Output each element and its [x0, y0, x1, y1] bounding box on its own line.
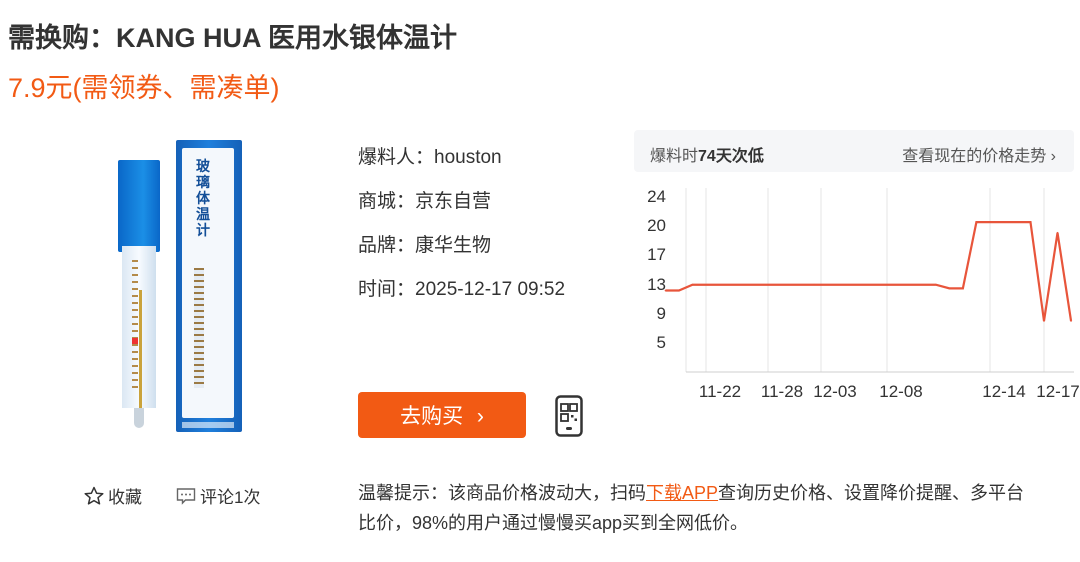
product-title: 需换购：KANG HUA 医用水银体温计	[8, 23, 457, 53]
x-tick-label: 12-08	[879, 382, 922, 401]
x-tick-label: 11-22	[699, 382, 741, 401]
phone-qr-icon[interactable]	[555, 395, 583, 437]
comment-button[interactable]: 评论1次	[176, 483, 260, 508]
comment-label: 评论1次	[200, 488, 261, 507]
brand-info: 品牌：康华生物	[358, 235, 492, 256]
star-outline-icon	[84, 486, 104, 505]
mall-info: 商城：京东自营	[358, 191, 492, 212]
price-series-line	[665, 220, 1073, 322]
price-point	[935, 283, 937, 286]
comment-icon	[176, 487, 196, 505]
time-info: 时间：2025-12-17 09:52	[358, 279, 566, 300]
thermometer-box: 玻璃体温计	[176, 140, 242, 432]
price-point	[975, 221, 978, 223]
product-image[interactable]: 玻璃体温计	[110, 140, 246, 436]
price-trend-link[interactable]: 查看现在的价格走势 ›	[902, 142, 1056, 166]
price-low-note: 爆料时74天次低	[650, 148, 764, 165]
price-history-header: 爆料时74天次低 查看现在的价格走势 ›	[634, 130, 1074, 172]
poster-info: 爆料人：houston	[358, 147, 502, 168]
y-tick-label: 17	[647, 245, 666, 264]
favorite-button[interactable]: 收藏	[84, 483, 142, 508]
y-tick-label: 9	[657, 304, 666, 323]
chevron-right-icon: ›	[476, 405, 484, 428]
buy-label: 去购买	[400, 405, 464, 428]
price-point	[664, 289, 667, 292]
y-tick-label: 5	[657, 333, 666, 352]
tip-before: 温馨提示：该商品价格波动大，扫码	[358, 483, 646, 503]
x-tick-label: 11-28	[761, 382, 803, 401]
y-tick-label: 20	[647, 216, 666, 235]
price-point	[948, 287, 951, 290]
tip-text: 温馨提示：该商品价格波动大，扫码下载APP查询历史价格、设置降价提醒、多平台比价…	[358, 478, 1038, 538]
price-point	[813, 283, 815, 286]
download-app-link[interactable]: 下载APP	[646, 483, 718, 503]
price-point	[1043, 320, 1045, 322]
x-tick-label: 12-17	[1036, 382, 1079, 401]
x-tick-label: 12-14	[982, 382, 1025, 401]
y-tick-label: 24	[647, 187, 666, 206]
price-point	[1070, 320, 1072, 322]
favorite-label: 收藏	[108, 488, 142, 507]
price-chart: 11-22 11-28 12-03 12-08 12-14 12-17 24 20 17 13 9 5	[647, 187, 1080, 401]
price-point	[1029, 221, 1032, 223]
x-tick-label: 12-03	[813, 382, 856, 401]
price-low-strong: 74天次低	[698, 148, 764, 165]
y-tick-label: 13	[647, 275, 666, 294]
price-point	[691, 283, 694, 286]
price-point	[962, 287, 964, 290]
price-point	[1002, 221, 1005, 223]
price-point	[678, 289, 680, 292]
box-label: 玻璃体温计	[196, 158, 210, 238]
buy-button[interactable]: 去购买 ›	[358, 392, 526, 438]
price-point	[1056, 231, 1059, 234]
thermometer-tube	[118, 160, 160, 432]
product-price: 7.9元(需领券、需凑单)	[8, 73, 280, 103]
